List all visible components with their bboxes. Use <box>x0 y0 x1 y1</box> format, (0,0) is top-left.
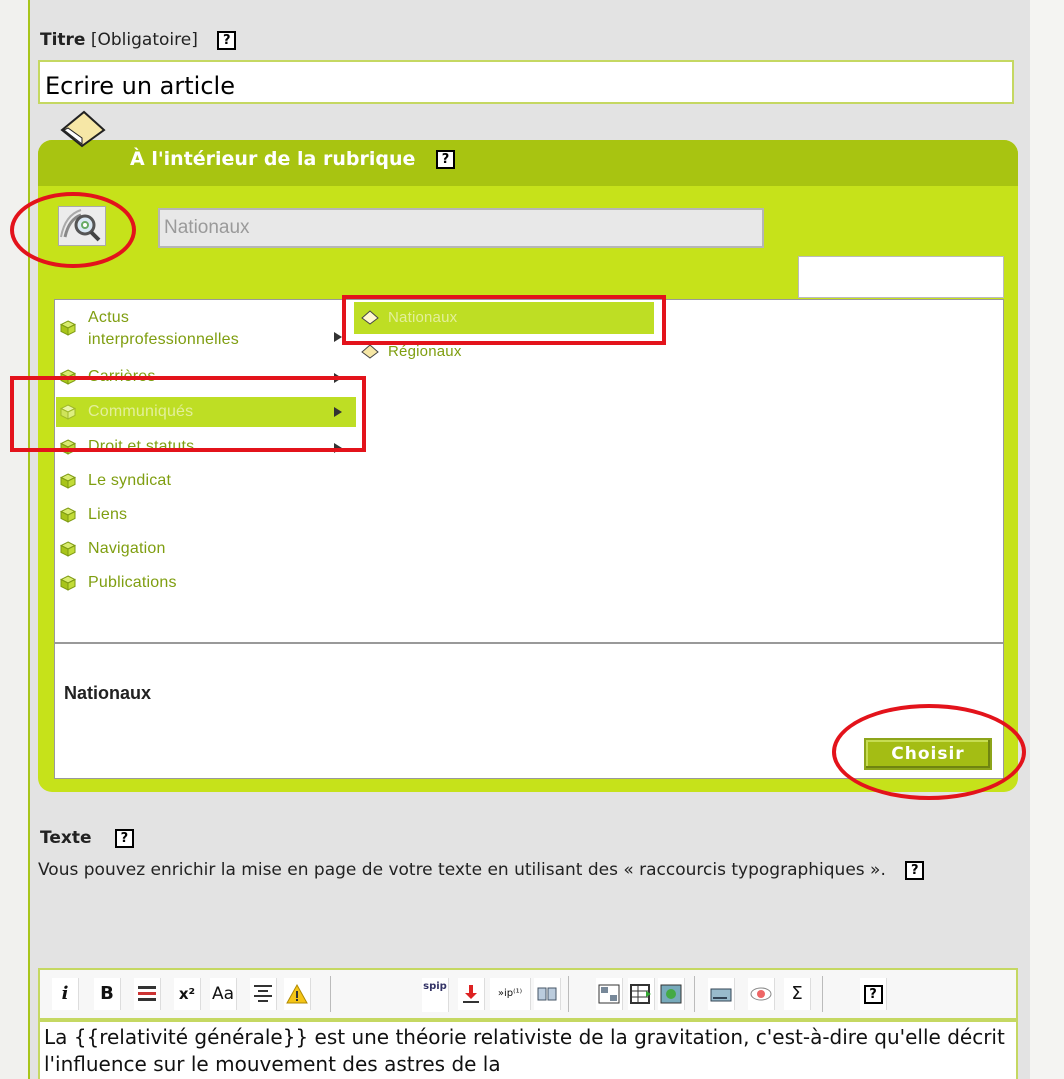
tree-item-liens[interactable]: Liens <box>88 506 127 524</box>
annotation-box <box>342 295 666 345</box>
rubrique-search-input[interactable]: Nationaux <box>158 208 764 248</box>
texte-description: Vous pouvez enrichir la mise en page de … <box>38 858 1018 882</box>
section-icon <box>60 473 76 489</box>
folder-icon <box>361 344 379 359</box>
help-icon[interactable]: ? <box>436 150 456 169</box>
title-input[interactable]: Ecrire un article <box>38 60 1014 104</box>
help-icon[interactable]: ? <box>905 860 925 880</box>
tree-item-syndicat[interactable]: Le syndicat <box>88 472 171 490</box>
help-icon[interactable]: ? <box>217 30 237 50</box>
section-icon <box>60 541 76 557</box>
texte-label-text: Texte <box>40 828 92 848</box>
glossary-icon[interactable] <box>534 978 561 1010</box>
keyboard-icon[interactable] <box>708 978 735 1010</box>
spip-icon[interactable]: spip <box>422 978 449 1012</box>
editor-toolbar: i B x² Aa spip »ip⁽¹⁾ Σ ? <box>38 968 1018 1020</box>
tree-item-publications[interactable]: Publications <box>88 574 177 592</box>
help-icon[interactable]: ? <box>860 978 887 1010</box>
toolbar-separator <box>330 976 331 1012</box>
warning-icon[interactable] <box>284 978 311 1010</box>
texte-label: Texte ? <box>40 828 134 848</box>
grid-table-icon[interactable] <box>628 978 655 1010</box>
italic-icon[interactable]: i <box>52 978 79 1010</box>
section-icon <box>60 320 76 336</box>
sigma-icon[interactable]: Σ <box>784 978 811 1010</box>
preview-icon[interactable] <box>748 978 775 1010</box>
secondary-input[interactable] <box>798 256 1004 298</box>
tree-item-navigation[interactable]: Navigation <box>88 540 166 558</box>
toolbar-separator <box>568 976 569 1012</box>
expand-arrow-icon <box>334 332 342 342</box>
texte-description-text: Vous pouvez enrichir la mise en page de … <box>38 860 886 880</box>
toolbar-separator <box>694 976 695 1012</box>
superscript-icon[interactable]: x² <box>174 978 201 1010</box>
help-glyph: ? <box>863 984 883 1004</box>
title-label-text: Titre <box>40 30 86 50</box>
download-icon[interactable] <box>458 978 485 1010</box>
annotation-box <box>10 376 366 452</box>
tree-item-regionaux[interactable]: Régionaux <box>388 343 462 360</box>
title-label: Titre [Obligatoire] ? <box>40 30 237 50</box>
tree-item-label: interprofessionnelles <box>88 331 239 348</box>
rubrique-tree <box>54 299 1004 643</box>
rubrique-header: À l'intérieur de la rubrique ? <box>38 140 1018 186</box>
tree-item-label: Actus <box>88 309 130 326</box>
annotation-circle <box>832 704 1026 800</box>
bold-icon[interactable]: B <box>94 978 121 1010</box>
toolbar-separator <box>822 976 823 1012</box>
table-icon[interactable] <box>596 978 623 1010</box>
center-align-icon[interactable] <box>250 978 277 1010</box>
section-icon <box>60 507 76 523</box>
text-editor[interactable]: La {{relativité générale}} est une théor… <box>38 1020 1018 1079</box>
selected-rubrique-name: Nationaux <box>64 683 152 703</box>
section-icon <box>60 575 76 591</box>
annotation-circle <box>10 192 136 268</box>
rubrique-heading-text: À l'intérieur de la rubrique <box>130 148 416 170</box>
tree-item-actus[interactable]: Actus interprofessionnelles <box>88 309 239 349</box>
title-required-hint: [Obligatoire] <box>90 30 198 50</box>
footnote-icon[interactable]: »ip⁽¹⁾ <box>490 978 531 1010</box>
heading-icon[interactable] <box>134 978 161 1010</box>
rubrique-title: À l'intérieur de la rubrique ? <box>130 148 456 170</box>
right-margin <box>1030 0 1064 1079</box>
font-size-icon[interactable]: Aa <box>210 978 237 1010</box>
folder-icon <box>60 110 106 148</box>
image-icon[interactable] <box>658 978 685 1010</box>
help-icon[interactable]: ? <box>114 828 134 848</box>
